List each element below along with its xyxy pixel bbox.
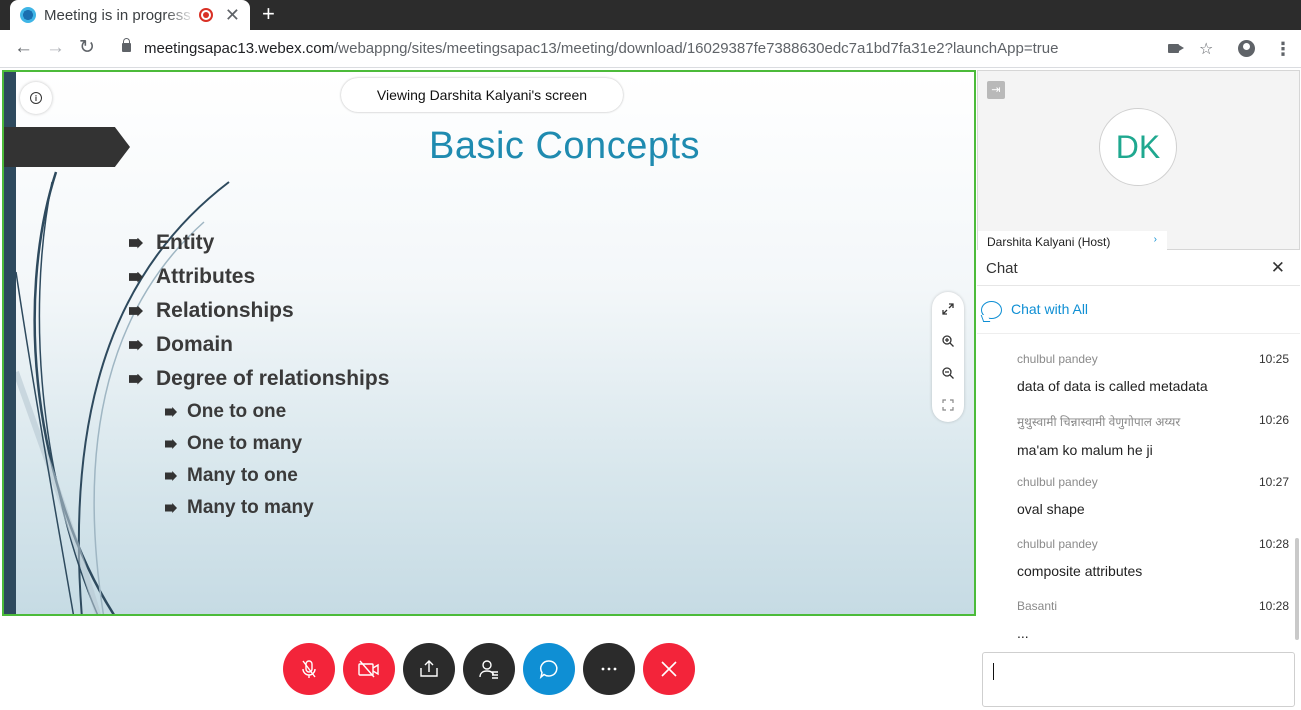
tab-close-icon[interactable]: ✕	[225, 6, 240, 24]
reload-icon[interactable]: ↻	[79, 38, 95, 58]
view-tools	[932, 292, 964, 422]
bullet-arrow-icon	[129, 305, 143, 317]
participant-name-tag[interactable]: Darshita Kalyani (Host) ›	[978, 231, 1167, 251]
sub-bullet-item: One to many	[165, 428, 389, 460]
bullet-arrow-icon	[165, 439, 177, 449]
participant-name: Darshita Kalyani (Host)	[987, 235, 1111, 249]
viewing-screen-pill: Viewing Darshita Kalyani's screen	[341, 78, 623, 112]
more-button[interactable]	[583, 643, 635, 695]
chat-message-list[interactable]: chulbul pandey 10:25 data of data is cal…	[977, 340, 1300, 645]
chat-icon	[539, 660, 558, 679]
bullet-arrow-icon	[165, 471, 177, 481]
browser-toolbar: ← → ↻ meetingsapac13.webex.com/webappng/…	[0, 30, 1301, 68]
close-icon[interactable]: ✕	[1271, 258, 1285, 278]
message-sender: chulbul pandey	[1017, 537, 1098, 551]
slide-arrow-shape	[4, 127, 130, 167]
recording-indicator-icon	[198, 8, 213, 22]
address-bar[interactable]: meetingsapac13.webex.com/webappng/sites/…	[144, 40, 1058, 57]
chevron-right-icon: ›	[1153, 234, 1157, 245]
webex-favicon-icon	[20, 7, 36, 23]
zoom-out-icon[interactable]	[941, 366, 955, 380]
new-tab-button[interactable]: +	[262, 3, 275, 25]
chat-message: मुथुस्वामी चिन्नास्वामी वेणुगोपाल अय्यर …	[1017, 413, 1289, 458]
bullet-item: Attributes	[129, 260, 389, 294]
message-time: 10:28	[1258, 537, 1289, 551]
message-time: 10:28	[1258, 599, 1289, 613]
message-sender: Basanti	[1017, 599, 1058, 613]
bullet-item: Degree of relationships	[129, 362, 389, 396]
chat-with-label: Chat with All	[1011, 301, 1089, 317]
message-sender: मुथुस्वामी चिन्नास्वामी वेणुगोपाल अय्यर	[1017, 415, 1181, 429]
url-host: meetingsapac13.webex.com	[144, 40, 335, 57]
tab-title: Meeting is in progress	[44, 6, 191, 24]
slide-bullets: Entity Attributes Relationships Domain D…	[129, 226, 389, 524]
bullet-arrow-icon	[129, 271, 143, 283]
message-sender: chulbul pandey	[1017, 475, 1098, 489]
leave-button[interactable]	[643, 643, 695, 695]
message-text: composite attributes	[1017, 563, 1143, 579]
message-time: 10:26	[1258, 413, 1289, 427]
message-sender: chulbul pandey	[1017, 352, 1098, 366]
avatar: DK	[1099, 108, 1177, 186]
browser-tabstrip: Meeting is in progress ✕ +	[0, 0, 1301, 30]
bullet-arrow-icon	[129, 237, 143, 249]
stop-video-button[interactable]	[343, 643, 395, 695]
chat-message: chulbul pandey 10:27 oval shape	[1017, 475, 1289, 517]
bullet-arrow-icon	[129, 373, 143, 385]
chat-header: Chat ✕	[977, 252, 1300, 286]
account-icon[interactable]	[1238, 40, 1255, 57]
text-caret	[993, 663, 994, 680]
slide-title: Basic Concepts	[429, 125, 701, 167]
collapse-panel-icon[interactable]: ⇥	[987, 81, 1005, 99]
chat-message: chulbul pandey 10:28 composite attribute…	[1017, 537, 1289, 579]
info-icon: i	[30, 92, 42, 104]
info-button[interactable]: i	[20, 82, 52, 114]
mute-icon	[302, 660, 316, 678]
zoom-in-icon[interactable]	[941, 334, 955, 348]
message-text: ...	[1017, 625, 1029, 641]
bullet-arrow-icon	[165, 503, 177, 513]
sub-bullet-item: Many to one	[165, 460, 389, 492]
lock-icon[interactable]	[122, 38, 131, 52]
bullet-item: Entity	[129, 226, 389, 260]
browser-tab[interactable]: Meeting is in progress ✕	[10, 0, 250, 30]
mute-button[interactable]	[283, 643, 335, 695]
message-time: 10:25	[1258, 352, 1289, 366]
more-icon	[601, 667, 617, 671]
message-text: ma'am ko malum he ji	[1017, 442, 1153, 458]
chat-recipient-selector[interactable]: Chat with All	[977, 292, 1300, 334]
url-path: /webappng/sites/meetingsapac13/meeting/d…	[334, 40, 1059, 57]
chat-bubble-icon	[981, 301, 1002, 319]
bullet-item: Relationships	[129, 294, 389, 328]
kebab-menu-icon[interactable]: ⋮	[1274, 39, 1292, 60]
forward-arrow-icon[interactable]: →	[46, 38, 65, 58]
sub-bullet-item: One to one	[165, 396, 389, 428]
message-text: oval shape	[1017, 501, 1085, 517]
camera-icon[interactable]	[1168, 44, 1184, 53]
chat-message: Basanti 10:28 ...	[1017, 599, 1289, 641]
participants-button[interactable]	[463, 643, 515, 695]
chat-input[interactable]	[982, 652, 1295, 707]
participant-video-tile: ⇥ DK Darshita Kalyani (Host) ›	[977, 70, 1300, 251]
share-icon	[420, 660, 438, 677]
back-arrow-icon[interactable]: ←	[14, 38, 33, 58]
shared-screen: i Viewing Darshita Kalyani's screen Basi…	[2, 70, 976, 616]
message-time: 10:27	[1258, 475, 1289, 489]
message-text: data of data is called metadata	[1017, 378, 1208, 394]
sub-bullet-item: Many to many	[165, 492, 389, 524]
stop-video-icon	[358, 660, 379, 678]
share-button[interactable]	[403, 643, 455, 695]
participants-icon	[479, 660, 498, 679]
chat-message: chulbul pandey 10:25 data of data is cal…	[1017, 352, 1289, 394]
expand-icon[interactable]	[941, 302, 955, 316]
fit-screen-icon[interactable]	[941, 398, 955, 412]
chat-button[interactable]	[523, 643, 575, 695]
chat-title: Chat	[986, 260, 1018, 277]
bullet-arrow-icon	[129, 339, 143, 351]
leave-icon	[661, 661, 677, 677]
star-icon[interactable]: ☆	[1199, 39, 1213, 59]
chat-scrollbar[interactable]	[1295, 538, 1299, 640]
bullet-item: Domain	[129, 328, 389, 362]
bullet-arrow-icon	[165, 407, 177, 417]
